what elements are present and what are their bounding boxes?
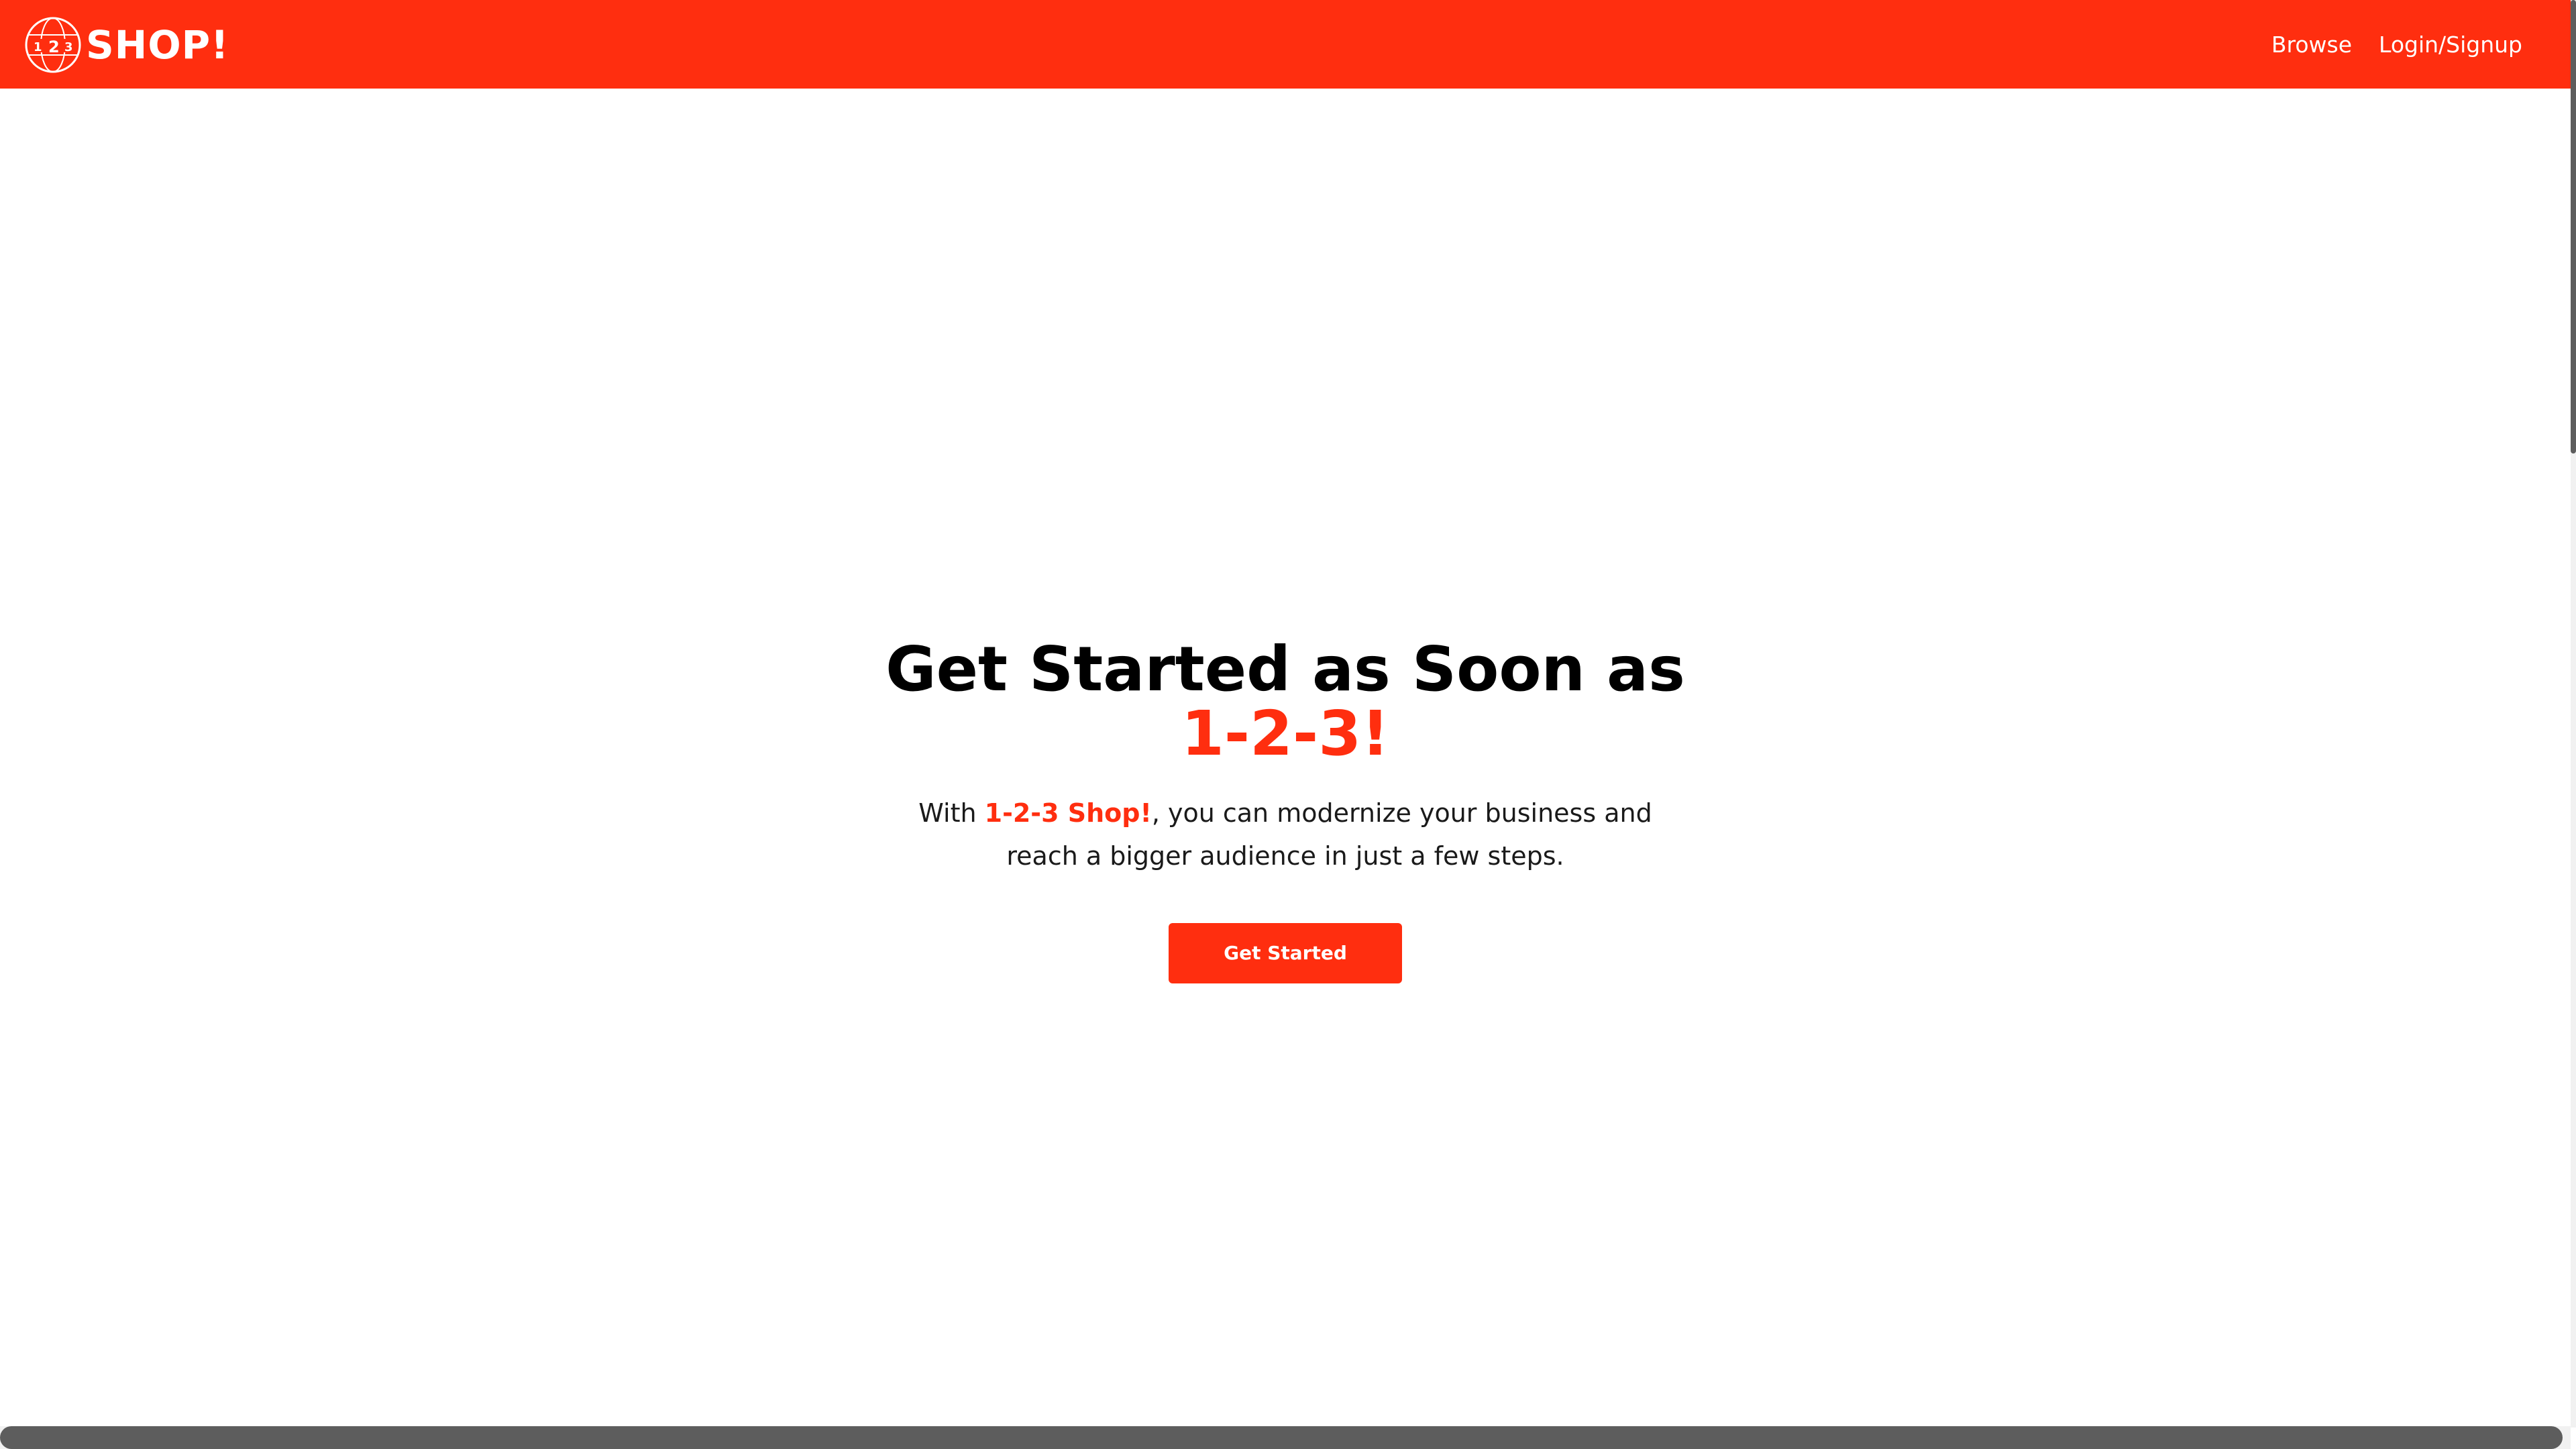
logo-link[interactable]: 1 2 3 SHOP!: [24, 15, 229, 75]
logo-wordmark: SHOP!: [86, 22, 229, 68]
globe-digit-3: 3: [64, 40, 73, 54]
hero-text-prefix: With: [918, 798, 985, 828]
top-navbar: 1 2 3 SHOP! Browse Login/Signup: [0, 0, 2571, 89]
hero-title: Get Started as Soon as 1-2-3!: [0, 637, 2571, 766]
nav-links: Browse Login/Signup: [2245, 0, 2522, 89]
hero-title-line: Get Started as Soon as: [885, 633, 1685, 705]
hero-section: Get Started as Soon as 1-2-3! With 1-2-3…: [0, 637, 2571, 983]
nav-login-signup-link[interactable]: Login/Signup: [2379, 32, 2522, 58]
vertical-scrollbar[interactable]: [2571, 0, 2576, 1428]
nav-browse-link[interactable]: Browse: [2271, 32, 2352, 58]
hero-description: With 1-2-3 Shop!, you can modernize your…: [916, 792, 1654, 877]
horizontal-scrollbar[interactable]: [0, 1426, 2571, 1449]
vertical-scroll-thumb[interactable]: [2571, 0, 2576, 453]
hero-text-brand: 1-2-3 Shop!: [984, 798, 1152, 828]
globe-digit-2: 2: [48, 38, 60, 56]
hero-title-accent: 1-2-3!: [1181, 698, 1390, 769]
get-started-button[interactable]: Get Started: [1169, 923, 1402, 983]
horizontal-scroll-thumb[interactable]: [0, 1426, 2563, 1449]
globe-icon: 1 2 3: [25, 17, 81, 73]
globe-digit-1: 1: [34, 40, 42, 54]
